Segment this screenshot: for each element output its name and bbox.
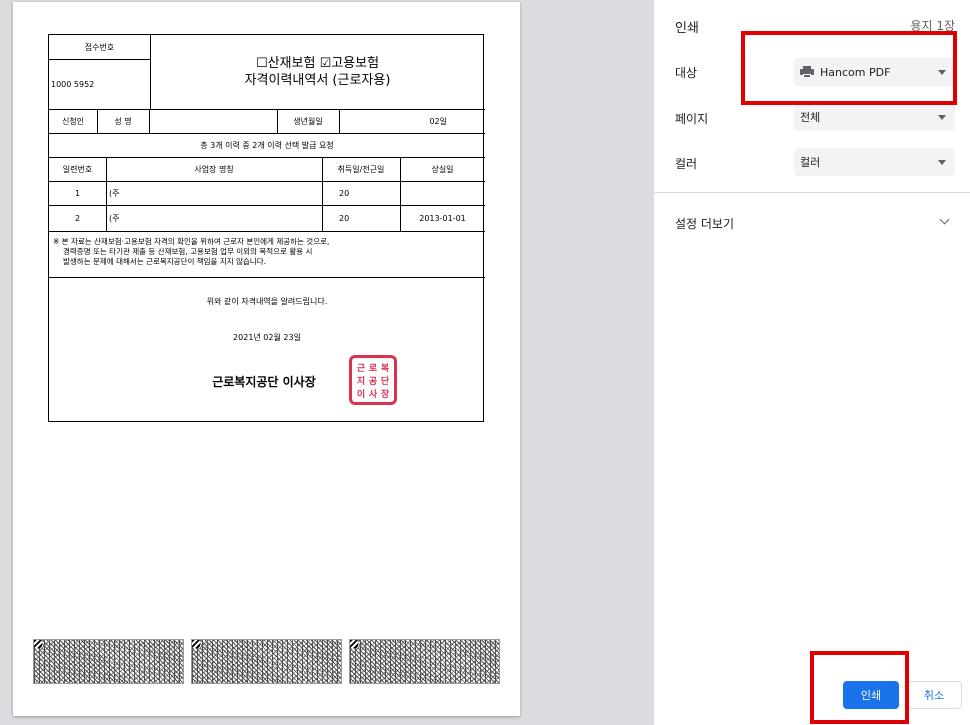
destination-label: 대상 bbox=[675, 66, 698, 80]
official-seal: 근로복 지공단 이사장 bbox=[349, 355, 397, 405]
row-acquired: 20 bbox=[339, 213, 350, 223]
cancel-button[interactable]: 취소 bbox=[906, 681, 962, 709]
row-lost: 2013-01-01 bbox=[419, 213, 466, 223]
col-header-no: 일련번호 bbox=[62, 164, 93, 174]
preview-page: 접수번호 1000 5952 ☐산재보험 ☑고용보험 자격이력내역서 (근로자용… bbox=[13, 2, 520, 716]
col-header-workplace: 사업장 명칭 bbox=[194, 164, 234, 174]
name-label: 성 명 bbox=[114, 116, 132, 126]
pages-label: 페이지 bbox=[675, 112, 709, 126]
row-acquired: 20 bbox=[339, 188, 350, 198]
barcode-image bbox=[349, 639, 500, 684]
col-header-lost: 상실일 bbox=[431, 164, 454, 174]
birth-value: 02일 bbox=[429, 116, 447, 126]
notice-line: 발생하는 문제에 대해서는 근로복지공단이 책임을 지지 않습니다. bbox=[63, 257, 266, 266]
dropdown-arrow-icon bbox=[938, 160, 946, 165]
more-settings-toggle[interactable]: 설정 더보기 bbox=[675, 215, 734, 232]
notice-line: 경력증명 또는 타기관 제출 등 산재보험, 고용보험 업무 이외의 목적으로 … bbox=[63, 247, 313, 256]
certificate-form: 접수번호 1000 5952 ☐산재보험 ☑고용보험 자격이력내역서 (근로자용… bbox=[48, 34, 485, 422]
print-preview-area: 접수번호 1000 5952 ☐산재보험 ☑고용보험 자격이력내역서 (근로자용… bbox=[0, 0, 654, 725]
notice-line: ※ 본 자료는 산재보험·고용보험 자격의 확인을 위하여 근로자 본인에게 제… bbox=[53, 237, 330, 246]
annotation-highlight-destination bbox=[741, 31, 957, 105]
chevron-down-icon[interactable] bbox=[939, 214, 950, 225]
issue-date: 2021년 02월 23일 bbox=[233, 332, 301, 342]
document-title-text: 자격이력내역서 (근로자용) bbox=[244, 73, 391, 88]
row-lost bbox=[400, 181, 485, 205]
row-workplace: (주 bbox=[109, 213, 120, 223]
receipt-number: 1000 5952 bbox=[51, 79, 95, 89]
divider bbox=[654, 192, 970, 193]
row-no: 1 bbox=[74, 188, 81, 198]
dropdown-arrow-icon bbox=[938, 115, 946, 120]
name-value bbox=[149, 109, 277, 133]
col-header-acquired: 취득일/전근일 bbox=[337, 164, 385, 174]
applicant-label: 신청인 bbox=[61, 116, 85, 126]
color-select[interactable]: 컬러 bbox=[794, 148, 955, 176]
panel-title: 인쇄 bbox=[675, 21, 699, 36]
pages-value: 전체 bbox=[800, 111, 821, 124]
insurance-type: ☐산재보험 ☑고용보험 bbox=[255, 56, 380, 71]
barcode-image bbox=[33, 639, 184, 684]
barcode-image bbox=[191, 639, 342, 684]
birth-label: 생년월일 bbox=[293, 116, 323, 126]
pages-select[interactable]: 전체 bbox=[794, 103, 955, 131]
notice-text: ※ 본 자료는 산재보험·고용보험 자격의 확인을 위하여 근로자 본인에게 제… bbox=[53, 237, 481, 267]
row-workplace: (주 bbox=[109, 188, 120, 198]
color-label: 컬러 bbox=[675, 157, 698, 171]
annotation-highlight-print bbox=[810, 651, 909, 724]
print-settings-panel: 인쇄 용지 1장 대상 Hancom PDF 페이지 전체 컬러 컬러 설정 더… bbox=[654, 0, 970, 725]
document-title: ☐산재보험 ☑고용보험 자격이력내역서 (근로자용) bbox=[151, 35, 484, 109]
color-value: 컬러 bbox=[800, 156, 821, 169]
issuer-name: 근로복지공단 이사장 bbox=[212, 374, 316, 389]
receipt-label: 접수번호 bbox=[84, 42, 115, 52]
history-summary: 총 3개 이력 중 2개 이력 선택 발급 요청 bbox=[200, 140, 334, 150]
confirm-text: 위와 같이 자격내역을 알려드립니다. bbox=[206, 296, 328, 306]
row-no: 2 bbox=[74, 213, 81, 223]
